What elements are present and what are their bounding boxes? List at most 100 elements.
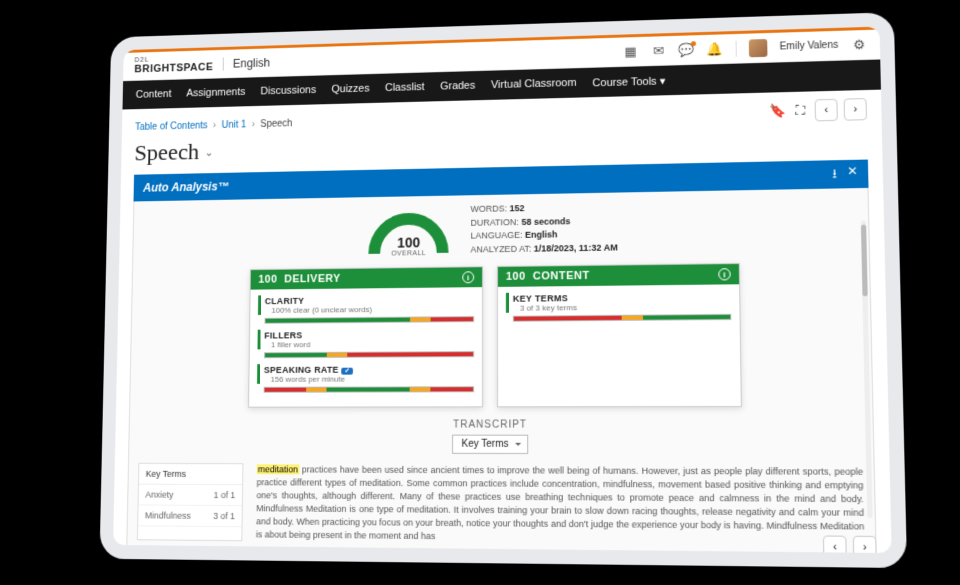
bottom-pager: ‹ › — [823, 536, 877, 553]
metric-sub: 100% clear (0 unclear words) — [271, 305, 372, 315]
score-cards: 100 DELIVERY i CLARITY 100% clear (0 unc… — [140, 261, 862, 407]
metric-badge: ✓ — [341, 367, 353, 374]
metric-title: SPEAKING RATE — [264, 364, 339, 374]
crumb-sep: › — [213, 120, 216, 131]
crumb-current: Speech — [260, 118, 292, 129]
bell-icon[interactable]: 🔔 — [707, 41, 723, 57]
nav-quizzes[interactable]: Quizzes — [331, 83, 369, 96]
transcript-text: meditation practices have been used sinc… — [256, 463, 865, 548]
brand-block: D2L BRIGHTSPACE English — [134, 53, 270, 75]
card-delivery: 100 DELIVERY i CLARITY 100% clear (0 unc… — [248, 266, 483, 407]
nav-course-tools[interactable]: Course Tools ▾ — [592, 74, 665, 89]
page-title: Speech — [134, 140, 199, 167]
content-area: Table of Contents › Unit 1 › Speech 🔖 ⛶ … — [113, 90, 892, 553]
crumb-toc[interactable]: Table of Contents — [135, 120, 208, 132]
topic-next-button[interactable]: › — [844, 98, 867, 121]
metric-sub: 156 words per minute — [270, 374, 353, 383]
pager-prev-button[interactable]: ‹ — [823, 536, 847, 553]
metric-bar — [265, 316, 475, 324]
brand-divider — [222, 57, 223, 70]
avatar[interactable] — [749, 38, 768, 56]
meta-label: WORDS: — [471, 203, 508, 214]
key-term-row[interactable]: Anxiety 1 of 1 — [139, 485, 243, 507]
card-header: 100 CONTENT i — [498, 264, 739, 287]
info-icon[interactable]: i — [462, 271, 474, 283]
meta-analyzed: 1/18/2023, 11:32 AM — [534, 242, 618, 253]
card-score: 100 — [506, 271, 526, 283]
metric-title: FILLERS — [264, 330, 310, 340]
download-icon[interactable]: ⭳ — [832, 164, 837, 185]
analysis-meta: WORDS: 152 DURATION: 58 seconds LANGUAGE… — [470, 201, 617, 257]
meta-label: LANGUAGE: — [471, 230, 523, 241]
summary-row: 100 OVERALL WORDS: 152 DURATION: 58 seco… — [142, 196, 858, 263]
card-title: CONTENT — [533, 270, 590, 283]
user-name[interactable]: Emily Valens — [779, 40, 838, 53]
transcript-heading: TRANSCRIPT — [139, 419, 862, 430]
brand-logo: D2L BRIGHTSPACE — [134, 55, 213, 75]
util-divider — [735, 40, 736, 56]
overall-score: 100 — [365, 234, 453, 251]
meta-words: 152 — [510, 203, 525, 213]
transcript-filter-select[interactable]: Key Terms — [453, 435, 528, 454]
meta-duration: 58 seconds — [521, 216, 570, 227]
key-term-row[interactable]: Mindfulness 3 of 1 — [138, 505, 242, 527]
utility-actions: ▦ ✉ 💬 🔔 Emily Valens ⚙ — [622, 35, 867, 60]
mail-icon[interactable]: ✉ — [651, 43, 667, 59]
key-terms-title: Key Terms — [139, 464, 242, 485]
chevron-down-icon[interactable]: ⌄ — [205, 146, 214, 159]
close-icon[interactable]: ✕ — [847, 163, 858, 184]
overall-label: OVERALL — [365, 250, 453, 258]
metric-stripe — [506, 293, 509, 313]
metric-clarity: CLARITY 100% clear (0 unclear words) — [258, 293, 474, 324]
nav-discussions[interactable]: Discussions — [260, 84, 316, 97]
device-frame: D2L BRIGHTSPACE English ▦ ✉ 💬 🔔 Emily Va… — [99, 12, 907, 568]
view-controls: 🔖 ⛶ ‹ › — [769, 98, 867, 122]
apps-icon[interactable]: ▦ — [622, 43, 638, 59]
metric-fillers: FILLERS 1 filler word — [257, 328, 474, 358]
crumb-unit[interactable]: Unit 1 — [222, 119, 247, 130]
pager-next-button[interactable]: › — [853, 536, 877, 553]
key-term-count: 3 of 1 — [213, 511, 235, 521]
nav-content[interactable]: Content — [136, 88, 172, 100]
fullscreen-icon[interactable]: ⛶ — [792, 103, 809, 119]
key-term-name: Mindfulness — [145, 510, 191, 520]
card-content: 100 CONTENT i KEY TERMS 3 of 3 key terms — [497, 263, 742, 407]
metric-bar — [264, 386, 474, 393]
transcript-body: Key Terms Anxiety 1 of 1 Mindfulness 3 o… — [137, 463, 865, 548]
brand-brightspace: BRIGHTSPACE — [134, 62, 213, 76]
key-term-name: Anxiety — [145, 490, 173, 500]
meta-label: ANALYZED AT: — [471, 243, 532, 254]
analysis-title: Auto Analysis™ — [143, 179, 229, 194]
card-body: KEY TERMS 3 of 3 key terms — [498, 284, 740, 336]
nav-assignments[interactable]: Assignments — [186, 86, 245, 99]
metric-stripe — [257, 330, 260, 350]
bookmark-icon[interactable]: 🔖 — [769, 103, 786, 119]
metric-stripe — [257, 364, 260, 384]
topic-prev-button[interactable]: ‹ — [815, 99, 838, 122]
meta-label: DURATION: — [471, 217, 519, 228]
metric-bar — [264, 351, 474, 358]
analysis-panel: 100 OVERALL WORDS: 152 DURATION: 58 seco… — [126, 188, 877, 553]
metric-key-terms: KEY TERMS 3 of 3 key terms — [506, 290, 731, 321]
info-icon[interactable]: i — [718, 268, 731, 280]
gear-icon[interactable]: ⚙ — [851, 36, 868, 52]
metric-speaking-rate: SPEAKING RATE✓ 156 words per minute — [257, 363, 474, 393]
overall-gauge: 100 OVERALL — [365, 203, 453, 259]
chat-icon[interactable]: 💬 — [679, 42, 695, 58]
card-header: 100 DELIVERY i — [251, 267, 482, 289]
crumb-sep: › — [252, 119, 255, 130]
meta-language: English — [525, 229, 557, 239]
key-terms-box: Key Terms Anxiety 1 of 1 Mindfulness 3 o… — [137, 463, 244, 542]
key-term-count: 1 of 1 — [213, 490, 235, 500]
metric-title: KEY TERMS — [513, 293, 577, 304]
nav-virtual-classroom[interactable]: Virtual Classroom — [491, 77, 577, 91]
card-score: 100 — [258, 274, 277, 286]
metric-sub: 3 of 3 key terms — [520, 303, 577, 313]
card-body: CLARITY 100% clear (0 unclear words) FIL… — [249, 287, 482, 407]
metric-stripe — [258, 295, 261, 315]
nav-grades[interactable]: Grades — [440, 80, 475, 93]
course-name: English — [233, 56, 270, 70]
nav-classlist[interactable]: Classlist — [385, 81, 425, 94]
breadcrumb: Table of Contents › Unit 1 › Speech — [135, 118, 293, 132]
app-screen: D2L BRIGHTSPACE English ▦ ✉ 💬 🔔 Emily Va… — [113, 27, 892, 553]
